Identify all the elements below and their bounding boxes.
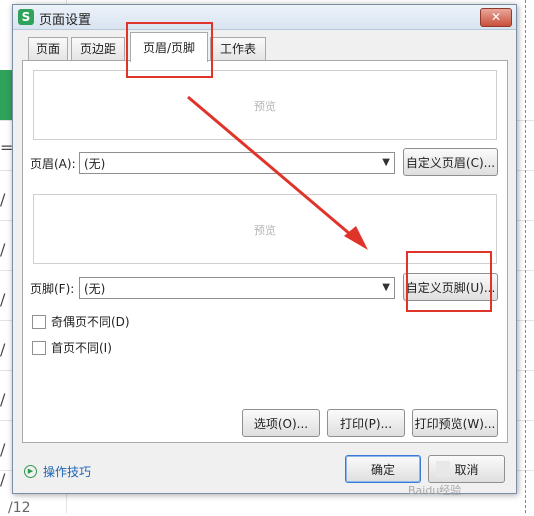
cell-text: / bbox=[0, 470, 6, 489]
tab-margins[interactable]: 页边距 bbox=[71, 37, 125, 60]
baidu-watermark: Baidu经验 bbox=[408, 484, 462, 497]
dialog-title: 页面设置 bbox=[39, 13, 92, 28]
footer-select[interactable]: (无) ▼ bbox=[79, 277, 395, 299]
cell-text: / bbox=[0, 240, 6, 259]
tips-link[interactable]: 操作技巧 bbox=[43, 463, 91, 480]
options-button[interactable]: 选项(O)... bbox=[242, 409, 320, 437]
page-setup-dialog: S 页面设置 ✕ 页面 页边距 页眉/页脚 工作表 预览 页眉(A): (无) … bbox=[12, 4, 517, 494]
header-preview-box: 预览 bbox=[33, 70, 497, 140]
dropdown-arrow-icon: ▼ bbox=[382, 282, 390, 293]
wps-app-icon: S bbox=[18, 9, 34, 25]
annotation-box-footer-button bbox=[406, 251, 492, 312]
odd-even-checkbox[interactable] bbox=[32, 315, 46, 329]
cancel-button-label: 取消 bbox=[454, 463, 479, 477]
close-button[interactable]: ✕ bbox=[480, 8, 512, 27]
title-bar[interactable]: S 页面设置 ✕ bbox=[13, 5, 516, 30]
print-button[interactable]: 打印(P)... bbox=[327, 409, 405, 437]
footer-field-label: 页脚(F): bbox=[30, 282, 75, 296]
page-break-line bbox=[525, 0, 526, 513]
cell-text: / bbox=[0, 190, 6, 209]
cell-text: / bbox=[0, 340, 6, 359]
print-preview-button[interactable]: 打印预览(W)... bbox=[412, 409, 498, 437]
header-field-label: 页眉(A): bbox=[30, 157, 76, 171]
cancel-button[interactable]: 取消 bbox=[428, 455, 505, 483]
footer-select-value: (无) bbox=[84, 282, 106, 296]
footer-preview-label: 预览 bbox=[254, 224, 276, 237]
cell-text: / bbox=[0, 390, 6, 409]
dropdown-arrow-icon: ▼ bbox=[382, 157, 390, 168]
tab-sheet[interactable]: 工作表 bbox=[210, 37, 266, 60]
cell-text: / bbox=[0, 440, 6, 459]
tab-page[interactable]: 页面 bbox=[28, 37, 68, 60]
ok-button[interactable]: 确定 bbox=[345, 455, 421, 483]
first-page-checkbox[interactable] bbox=[32, 341, 46, 355]
play-icon[interactable]: ▶ bbox=[24, 465, 37, 478]
first-page-label[interactable]: 首页不同(I) bbox=[51, 339, 112, 356]
cell-text: / bbox=[0, 290, 6, 309]
cell-text: /12 bbox=[8, 500, 31, 516]
odd-even-label[interactable]: 奇偶页不同(D) bbox=[51, 313, 130, 330]
watermark-overlay bbox=[436, 461, 450, 477]
annotation-box-tab bbox=[126, 22, 213, 78]
header-preview-label: 预览 bbox=[254, 100, 276, 113]
header-select-value: (无) bbox=[84, 157, 106, 171]
header-select[interactable]: (无) ▼ bbox=[79, 152, 395, 174]
custom-header-button[interactable]: 自定义页眉(C)... bbox=[403, 148, 498, 176]
